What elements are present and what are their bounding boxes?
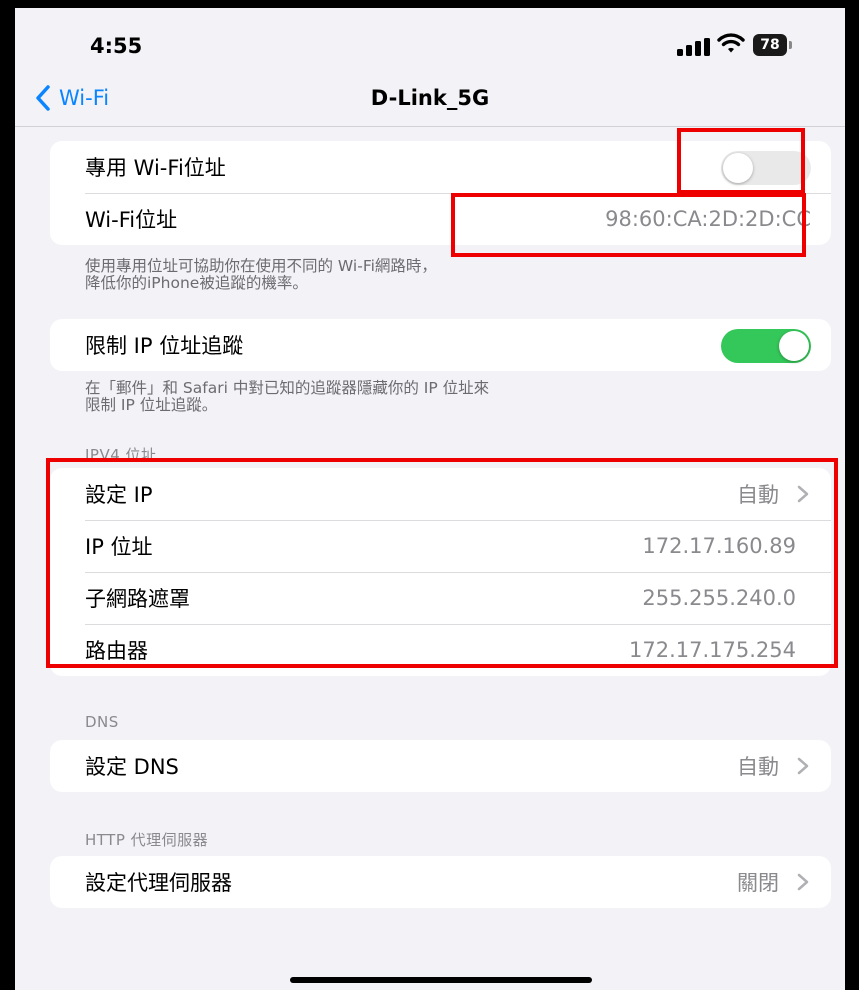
ip-address-label: IP 位址 [85,535,153,559]
subnet-mask-row: 子網路遮罩 255.255.240.0 [50,572,831,624]
configure-dns-value: 自動 [737,755,779,779]
home-indicator [290,977,592,983]
subnet-mask-value: 255.255.240.0 [642,586,796,610]
note-line: 降低你的iPhone被追蹤的機率。 [85,274,308,292]
page-title: D-Link_5G [370,86,490,110]
router-label: 路由器 [85,639,148,663]
configure-ip-value: 自動 [737,483,779,507]
dns-header: DNS [85,713,119,731]
configure-dns-label: 設定 DNS [85,755,179,779]
private-address-label: 專用 Wi-Fi位址 [85,156,226,180]
limit-ip-row: 限制 IP 位址追蹤 [50,319,831,371]
configure-ip-label: 設定 IP [85,483,153,507]
note-line: 限制 IP 位址追蹤。 [85,396,218,414]
proxy-group: 設定代理伺服器 關閉 [50,856,831,908]
limit-ip-label: 限制 IP 位址追蹤 [85,334,244,358]
note-line: 使用專用位址可協助你在使用不同的 Wi-Fi網路時， [85,257,437,275]
chevron-right-icon [797,873,809,891]
dns-group: 設定 DNS 自動 [50,740,831,792]
private-address-group: 專用 Wi-Fi位址 Wi-Fi位址 98:60:CA:2D:2D:CC [50,141,831,245]
configure-ip-row[interactable]: 設定 IP 自動 [50,468,831,520]
private-address-toggle[interactable] [721,151,811,185]
toggle-knob [723,153,753,183]
back-button[interactable]: Wi-Fi [35,84,109,112]
toggle-knob [779,331,809,361]
configure-proxy-label: 設定代理伺服器 [85,871,232,895]
configure-dns-row[interactable]: 設定 DNS 自動 [50,740,831,792]
wifi-icon [717,33,745,53]
chevron-left-icon [36,85,50,111]
limit-ip-toggle[interactable] [721,329,811,363]
configure-proxy-row[interactable]: 設定代理伺服器 關閉 [50,856,831,908]
chevron-right-icon [797,757,809,775]
proxy-header: HTTP 代理伺服器 [85,831,209,849]
ip-address-row: IP 位址 172.17.160.89 [50,520,831,572]
cellular-signal-icon [677,38,710,56]
limit-ip-group: 限制 IP 位址追蹤 [50,319,831,371]
limit-ip-note: 在「郵件」和 Safari 中對已知的追蹤器隱藏你的 IP 位址來 限制 IP … [85,380,805,414]
battery-tip [789,41,792,49]
wifi-address-label: Wi-Fi位址 [85,208,178,232]
ipv4-header: IPV4 位址 [85,446,157,464]
wifi-address-row: Wi-Fi位址 98:60:CA:2D:2D:CC [50,193,831,245]
ip-address-value: 172.17.160.89 [642,534,796,558]
wifi-address-value: 98:60:CA:2D:2D:CC [605,207,811,231]
configure-proxy-value: 關閉 [737,871,779,895]
note-line: 在「郵件」和 Safari 中對已知的追蹤器隱藏你的 IP 位址來 [85,379,490,397]
router-row: 路由器 172.17.175.254 [50,624,831,676]
status-time: 4:55 [90,34,143,58]
router-value: 172.17.175.254 [629,638,796,662]
ipv4-group: 設定 IP 自動 IP 位址 172.17.160.89 子網路遮罩 255.2… [50,468,831,676]
chevron-right-icon [797,485,809,503]
private-address-note: 使用專用位址可協助你在使用不同的 Wi-Fi網路時， 降低你的iPhone被追蹤… [85,258,805,292]
back-label: Wi-Fi [59,86,110,110]
navigation-bar: D-Link_5G Wi-Fi [15,78,845,127]
phone-screen: 4:55 78 D-Link_5G Wi-Fi 專用 Wi-Fi位址 Wi-Fi… [15,8,845,990]
status-bar: 4:55 78 [15,8,845,78]
subnet-mask-label: 子網路遮罩 [85,587,190,611]
battery-icon: 78 [753,34,787,56]
private-address-row: 專用 Wi-Fi位址 [50,141,831,193]
